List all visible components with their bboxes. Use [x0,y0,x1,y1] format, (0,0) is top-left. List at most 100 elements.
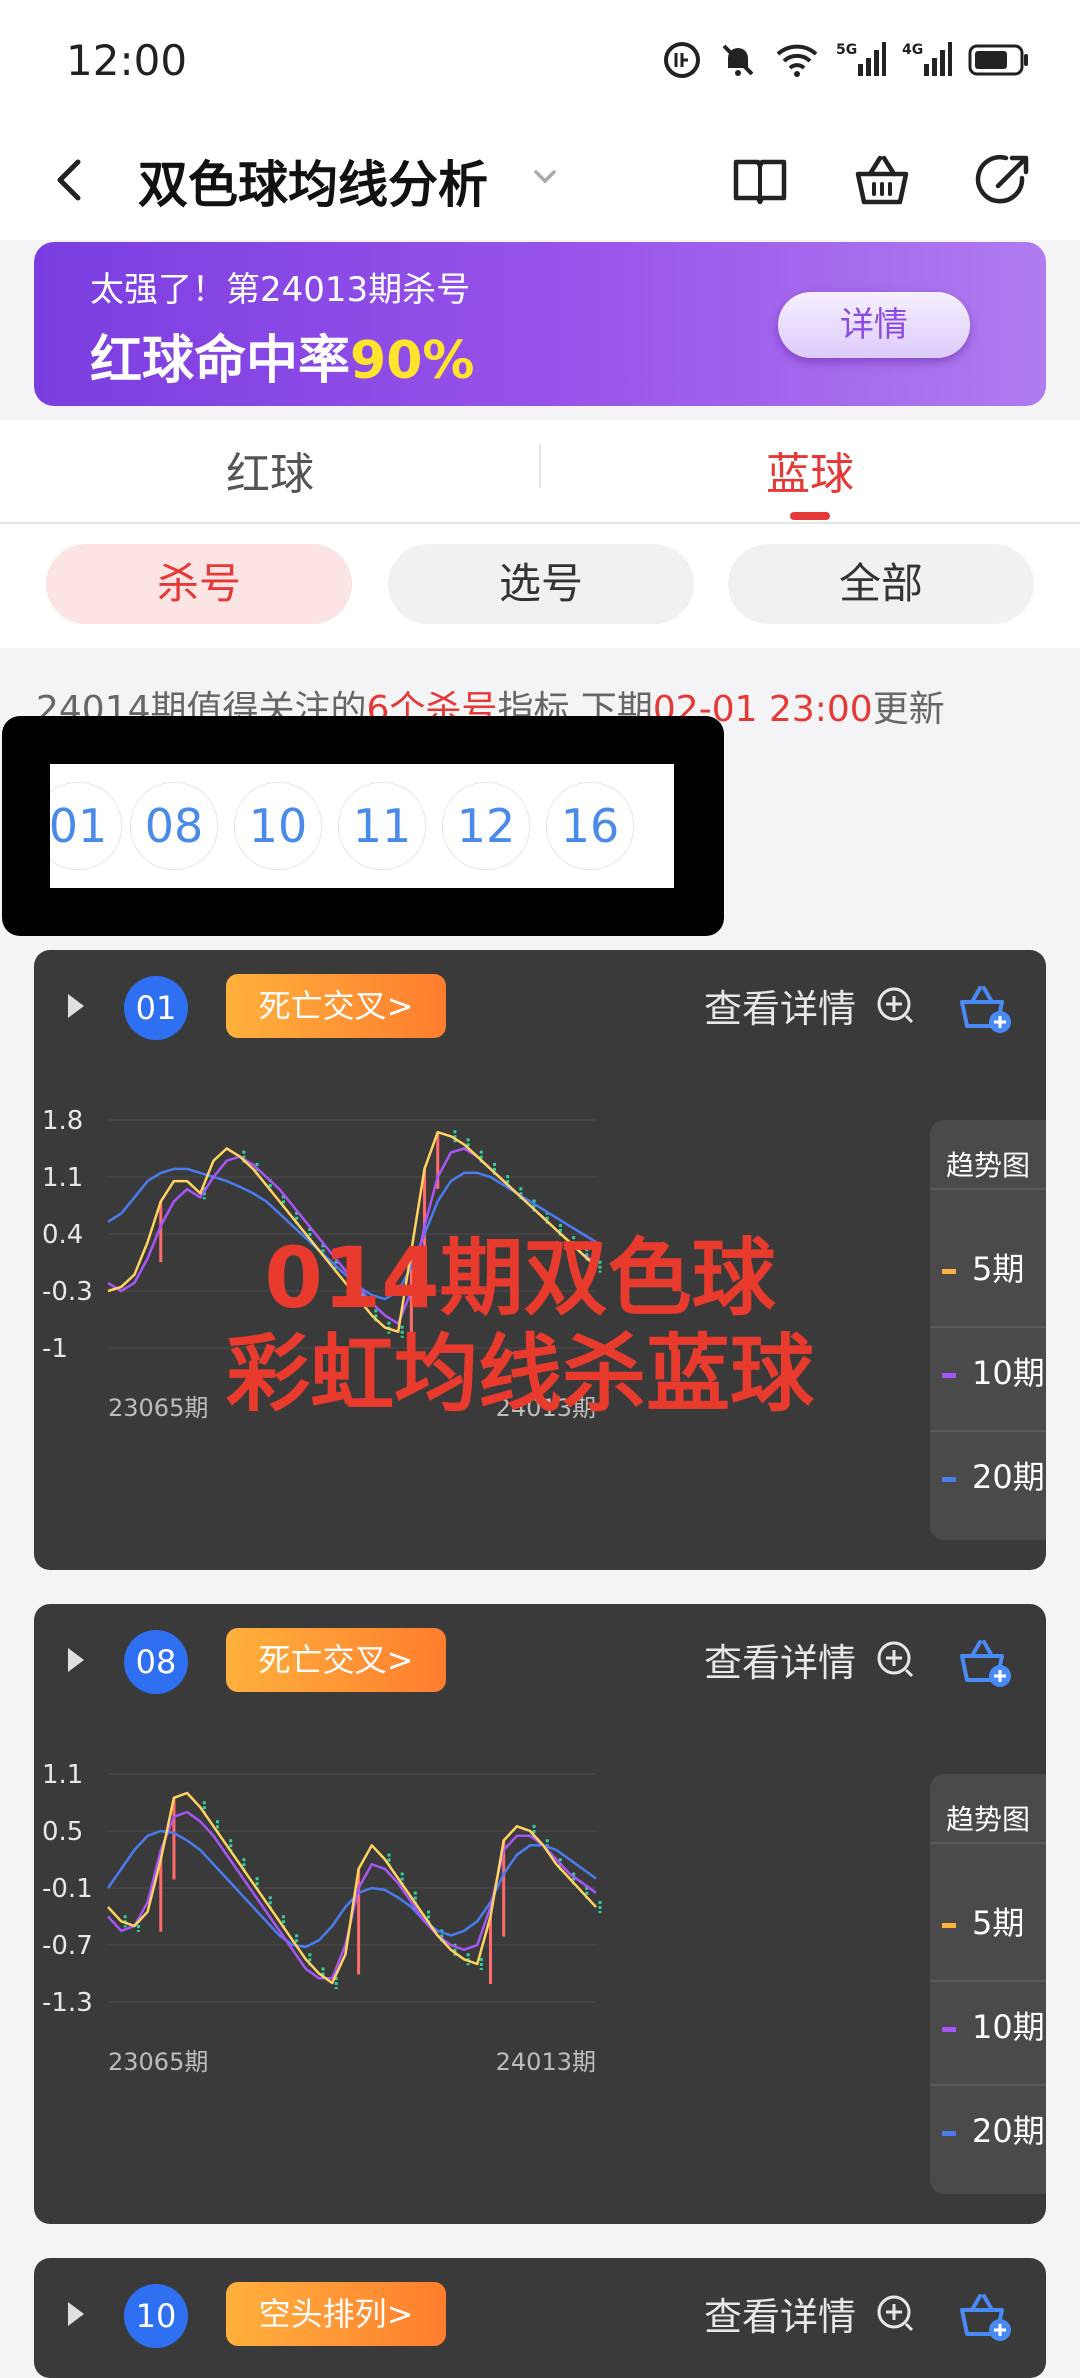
legend-label: 10期 [972,1354,1045,1392]
ma-line-chart: 1.1 0.5 -0.1 -0.7 -1.3 23065期 24013期 [42,1760,602,2076]
y-tick-label: 1.1 [42,1163,83,1193]
wifi-icon [776,44,818,77]
view-detail-link[interactable]: 查看详情 [704,978,856,1033]
signal-tag[interactable]: 空头排列> [226,2282,446,2346]
status-bar: 12:00 5G 4G [0,0,1080,120]
legend-ma10: 10期 [942,2002,1045,2048]
chart-card: 10 空头排列> 查看详情 [34,2258,1046,2378]
x-end-label: 24013期 [496,2048,596,2076]
legend-title: 趋势图 [945,1149,1030,1182]
view-detail-link[interactable]: 查看详情 [704,1632,856,1687]
notice-suffix: 更新 [872,689,945,730]
signal-tag[interactable]: 死亡交叉> [226,1628,446,1692]
y-tick-label: -0.7 [42,1931,93,1961]
kill-number-chip[interactable]: 08 [130,782,218,870]
series-line [106,1829,597,1949]
chevron-down-icon[interactable] [528,160,562,194]
y-tick-label: 1.1 [42,1760,83,1790]
add-basket-icon[interactable] [956,982,1012,1034]
y-tick-label: 0.4 [42,1220,83,1250]
app-header: 双色球均线分析 [0,120,1080,240]
y-tick-label: -0.1 [42,1874,93,1904]
chart-card: 08 死亡交叉> 查看详情 1.1 0.5 -0.1 -0.7 -1.3 23065期 24… [34,1604,1046,2224]
ball-tabs: 红球 蓝球 [0,420,1080,524]
legend-divider [930,1430,1046,1432]
promo-banner[interactable]: 太强了！第24013期杀号 红球命中率90% 详情 [34,242,1046,406]
banner-hit-label: 红球命中率 [90,331,351,391]
zoom-plus-icon[interactable] [874,2292,918,2336]
expand-triangle-icon[interactable] [64,992,88,1020]
banner-headline: 太强了！第24013期杀号 [90,270,471,310]
x-start-label: 23065期 [108,2048,208,2076]
blue-ball-number: 01 [124,976,188,1040]
kill-number-chip[interactable]: 01 [50,782,122,870]
y-tick-label: 1.8 [42,1106,83,1136]
filter-pick-button[interactable]: 选号 [388,544,694,624]
tab-red-ball[interactable]: 红球 [0,438,540,502]
legend-swatch [942,1922,956,1928]
svg-text:5G: 5G [836,42,857,58]
filter-all-button[interactable]: 全部 [728,544,1034,624]
expand-triangle-icon[interactable] [64,1646,88,1674]
expand-triangle-icon[interactable] [64,2300,88,2328]
kill-number-list: 01 08 10 11 12 16 [50,764,674,888]
back-arrow-icon[interactable] [40,150,100,210]
legend-label: 20期 [972,1458,1045,1496]
legend-swatch [942,2026,956,2032]
kill-number-chip[interactable]: 12 [442,782,530,870]
legend-ma20: 20期 [942,1452,1045,1498]
legend-ma20: 20期 [942,2106,1045,2152]
legend-title: 趋势图 [945,1803,1030,1836]
banner-detail-button[interactable]: 详情 [778,292,970,358]
view-detail-link[interactable]: 查看详情 [704,2286,856,2341]
legend-label: 5期 [972,1904,1025,1942]
y-tick-label: -0.3 [42,1277,93,1307]
legend-label: 5期 [972,1250,1025,1288]
legend-swatch [942,2130,956,2136]
blue-ball-number: 10 [124,2284,188,2348]
y-tick-label: -1.3 [42,1988,93,2018]
share-icon[interactable] [972,148,1036,212]
zoom-plus-icon[interactable] [874,1638,918,1682]
legend-divider [930,1326,1046,1328]
kill-number-chip[interactable]: 11 [338,782,426,870]
kill-number-chip[interactable]: 16 [546,782,634,870]
basket-icon[interactable] [850,148,914,212]
status-time: 12:00 [66,36,188,85]
kill-number-chip[interactable]: 10 [234,782,322,870]
page-title[interactable]: 双色球均线分析 [138,145,488,217]
legend-swatch [942,1476,956,1482]
legend-divider [930,1842,1046,1844]
signal-tag[interactable]: 死亡交叉> [226,974,446,1038]
legend-swatch [942,1372,956,1378]
add-basket-icon[interactable] [956,1636,1012,1688]
y-tick-label: -1 [42,1334,68,1364]
legend-panel: 趋势图 5期 10期 20期 [930,1774,1046,2194]
zoom-plus-icon[interactable] [874,984,918,1028]
legend-panel: 趋势图 5期 10期 20期 [930,1120,1046,1540]
battery-icon [968,44,1028,76]
filter-bar: 杀号 选号 全部 [0,524,1080,648]
mute-bell-icon [722,44,754,76]
legend-divider [930,1980,1046,1982]
legend-label: 20期 [972,2112,1045,2150]
book-icon[interactable] [728,148,792,212]
filter-kill-button[interactable]: 杀号 [46,544,352,624]
legend-divider [930,2084,1046,2086]
legend-swatch [942,1268,956,1274]
legend-ma5: 5期 [942,1898,1024,1944]
tab-active-indicator [790,512,830,520]
signal-4g-icon: 4G [902,42,952,76]
tab-blue-ball[interactable]: 蓝球 [540,438,1080,502]
watermark-line2: 彩虹均线杀蓝球 [225,1325,814,1423]
y-tick-label: 0.5 [42,1817,83,1847]
watermark-line1: 014期双色球 [264,1229,776,1327]
svg-text:4G: 4G [902,42,923,58]
add-basket-icon[interactable] [956,2290,1012,2342]
banner-rate-value: 90% [350,331,475,391]
blue-ball-number: 08 [124,1630,188,1694]
banner-hit-rate: 红球命中率90% [90,318,474,393]
legend-ma5: 5期 [942,1244,1024,1290]
legend-divider [930,1188,1046,1190]
signal-5g-icon: 5G [836,42,886,76]
